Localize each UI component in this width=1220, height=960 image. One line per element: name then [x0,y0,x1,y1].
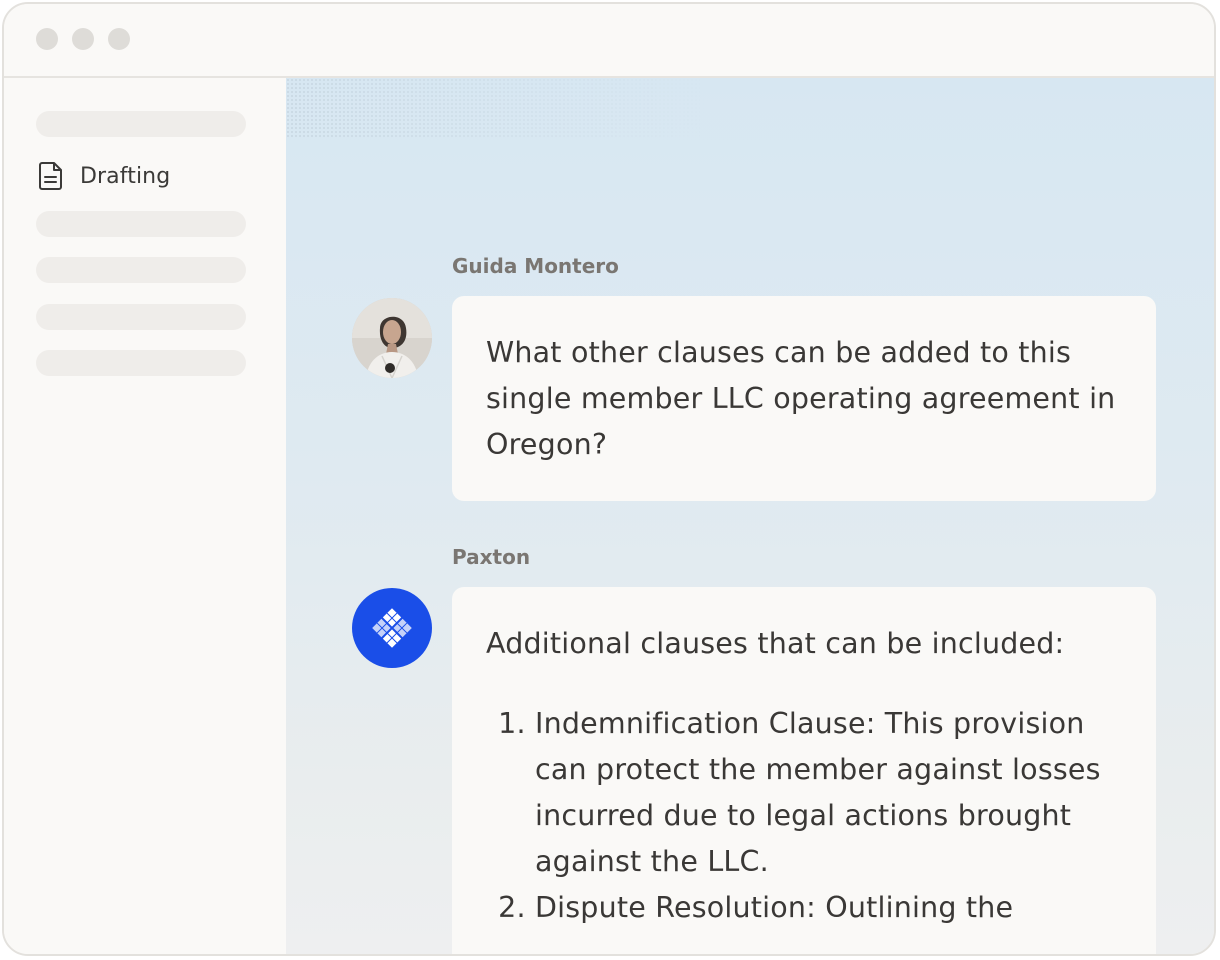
paxton-logo-icon [372,608,412,648]
sidebar-item-drafting[interactable]: Drafting [36,158,170,194]
window-close-dot[interactable] [36,28,58,50]
list-item: Dispute Resolution: Outlining the [535,885,1122,931]
assistant-message-bubble: Additional clauses that can be included:… [452,587,1156,954]
document-icon [36,161,66,191]
message-sender-name: Paxton [452,545,531,569]
message-sender-name: Guida Montero [452,254,619,278]
user-message-bubble: What other clauses can be added to this … [452,296,1156,501]
chat-panel: Guida Montero What other clauses can be … [286,78,1214,954]
list-item: Indemnification Clause: This provision c… [535,701,1122,885]
app-window: Drafting Guida Montero What other clause… [2,2,1216,956]
sidebar-item-placeholder[interactable] [36,111,246,137]
sidebar: Drafting [4,78,286,954]
title-bar [4,4,1214,78]
paxton-avatar [352,588,432,668]
sidebar-item-placeholder[interactable] [36,211,246,237]
window-minimize-dot[interactable] [72,28,94,50]
sidebar-item-label: Drafting [80,163,171,189]
sidebar-item-placeholder[interactable] [36,257,246,283]
dotted-texture [286,78,706,138]
user-avatar [352,298,432,378]
clause-list: Indemnification Clause: This provision c… [486,701,1122,931]
message-text: What other clauses can be added to this … [486,336,1116,461]
sidebar-item-placeholder[interactable] [36,350,246,376]
user-photo [352,298,432,378]
sidebar-item-placeholder[interactable] [36,304,246,330]
window-maximize-dot[interactable] [108,28,130,50]
message-intro: Additional clauses that can be included: [486,627,1065,660]
